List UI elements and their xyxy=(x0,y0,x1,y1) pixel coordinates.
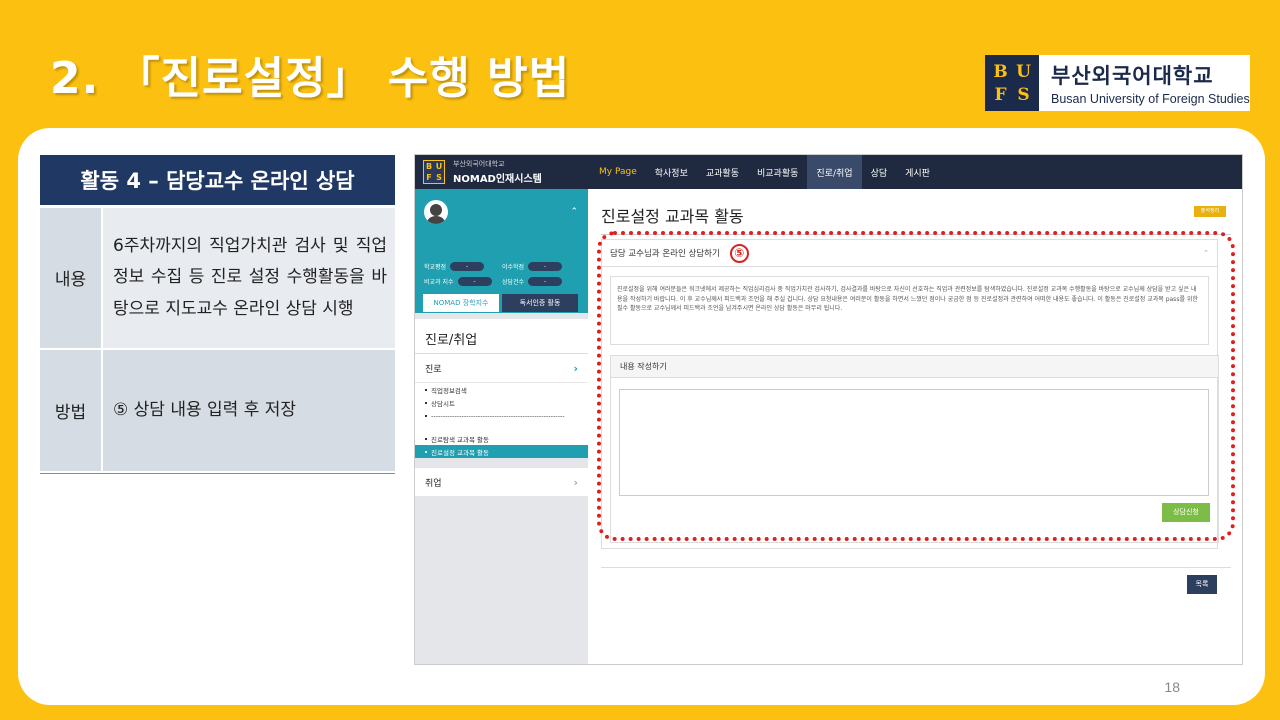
chevron-up-icon[interactable]: ⌃ xyxy=(570,207,578,217)
stat-counseling: 상담건수 - xyxy=(502,277,563,286)
row-label: 내용 xyxy=(40,206,103,350)
logo-letter: F xyxy=(426,173,432,182)
list-button[interactable]: 목록 xyxy=(1187,575,1217,594)
nav-extracurricular[interactable]: 비교과활동 xyxy=(748,155,807,189)
row-value: 6주차까지의 직업가치관 검사 및 직업정보 수집 등 진로 설정 수행활동을 … xyxy=(102,206,395,350)
page-title: 진로설정 교과목 활동 xyxy=(601,207,744,226)
nomad-scholarship-button[interactable]: NOMAD 장학지수 xyxy=(423,294,499,312)
system-name[interactable]: NOMAD인재시스템 xyxy=(453,170,542,185)
table-row: 방법 ⑤ 상담 내용 입력 후 저장 xyxy=(40,349,395,473)
stat-value: - xyxy=(528,277,563,286)
sidebar-item-label: 진로설정 교과목 활동 xyxy=(431,448,489,457)
content-panel: 활동 4 – 담당교수 온라인 상담 내용 6주차까지의 직업가치관 검사 및 … xyxy=(18,128,1265,705)
logo-letter: B xyxy=(993,61,1008,82)
logo-letter: B xyxy=(425,162,433,171)
logo-letter: S xyxy=(1017,84,1030,105)
nav-mypage[interactable]: My Page xyxy=(590,155,646,189)
main-menu: My Page 학사정보 교과활동 비교과활동 진로/취업 상담 게시판 xyxy=(590,155,939,189)
logo-korean-name: 부산외국어대학교 xyxy=(1051,64,1214,88)
row-value: ⑤ 상담 내용 입력 후 저장 xyxy=(102,349,395,473)
sidebar-item-counseling-sheet[interactable]: 상담시트 xyxy=(415,396,588,409)
row-label: 방법 xyxy=(40,349,103,473)
table-divider xyxy=(40,472,395,474)
stat-label: 이수학점 xyxy=(502,264,525,271)
nav-curricular[interactable]: 교과활동 xyxy=(697,155,748,189)
stat-value: - xyxy=(457,277,492,286)
chevron-right-icon: › xyxy=(573,361,578,375)
stat-value: - xyxy=(528,262,563,271)
logo-letter: S xyxy=(436,173,442,182)
activity-table-header: 활동 4 – 담당교수 온라인 상담 xyxy=(40,155,395,208)
logo-letter: F xyxy=(994,84,1007,105)
sidebar-section-employment[interactable]: 취업 › xyxy=(415,468,588,497)
highlight-outline xyxy=(597,231,1235,541)
stat-label: 상담건수 xyxy=(502,279,525,286)
logo-letter: U xyxy=(435,162,443,171)
sidebar-item-label: 진로탐색 교과목 활동 xyxy=(431,435,489,444)
sidebar-item-career-setting[interactable]: 진로설정 교과목 활동 xyxy=(415,445,588,458)
nav-academic-info[interactable]: 학사정보 xyxy=(646,155,697,189)
stat-label: 비교과 지수 xyxy=(424,279,454,286)
profile-card: ⌃ 학교평점 - 이수학점 - 비교과 지수 - 상담건수 - NOMAD 장학지수 독… xyxy=(415,189,588,313)
nav-board[interactable]: 게시판 xyxy=(896,155,939,189)
chevron-right-icon: › xyxy=(573,475,578,489)
stat-value: - xyxy=(450,262,485,271)
page-number: 18 xyxy=(1164,679,1180,695)
reading-cert-button[interactable]: 독서인증 활동 xyxy=(502,294,578,312)
stat-credits: 이수학점 - xyxy=(502,262,563,271)
nav-career[interactable]: 진로/취업 xyxy=(807,155,862,189)
attendance-button[interactable]: 출석정리 xyxy=(1194,206,1226,217)
section-label: 취업 xyxy=(425,478,442,489)
logo-english-name: Busan University of Foreign Studies xyxy=(1051,92,1250,106)
university-name: 부산외국어대학교 xyxy=(453,160,505,168)
activity-table: 활동 4 – 담당교수 온라인 상담 내용 6주차까지의 직업가치관 검사 및 … xyxy=(40,155,395,474)
slide-title: 2. 「진로설정」 수행 방법 xyxy=(50,53,571,104)
sidebar-item-career-explore[interactable]: 진로탐색 교과목 활동 xyxy=(415,432,588,445)
logo-letter: U xyxy=(1016,61,1031,82)
top-navigation-bar: B U F S 부산외국어대학교 NOMAD인재시스템 My Page 학사정보… xyxy=(415,155,1242,189)
sidebar: ⌃ 학교평점 - 이수학점 - 비교과 지수 - 상담건수 - NOMAD 장학지수 독… xyxy=(415,189,588,664)
stat-gpa: 학교평점 - xyxy=(424,262,485,271)
table-row: 내용 6주차까지의 직업가치관 검사 및 직업정보 수집 등 진로 설정 수행활… xyxy=(40,206,395,350)
divider xyxy=(601,567,1231,568)
bufs-small-logo: B U F S xyxy=(423,160,445,184)
sidebar-item-job-search[interactable]: 직업정보검색 xyxy=(415,383,588,396)
stat-label: 학교평점 xyxy=(424,264,447,271)
nav-counseling[interactable]: 상담 xyxy=(862,155,897,189)
university-logo: B U F S 부산외국어대학교 Busan University of For… xyxy=(985,55,1250,111)
sidebar-item-label: 상담시트 xyxy=(431,399,455,408)
stat-extracurricular: 비교과 지수 - xyxy=(424,277,492,286)
sidebar-title: 진로/취업 xyxy=(415,319,588,354)
sidebar-item-divider: ----------------------------------------… xyxy=(415,409,588,422)
bufs-logo-mark: B U F S xyxy=(985,55,1039,111)
section-label: 진로 xyxy=(425,364,442,375)
sidebar-section-career[interactable]: 진로 › xyxy=(415,354,588,383)
sidebar-item-label: 직업정보검색 xyxy=(431,386,467,395)
sidebar-item-label: ----------------------------------------… xyxy=(431,411,565,420)
avatar xyxy=(424,200,448,224)
